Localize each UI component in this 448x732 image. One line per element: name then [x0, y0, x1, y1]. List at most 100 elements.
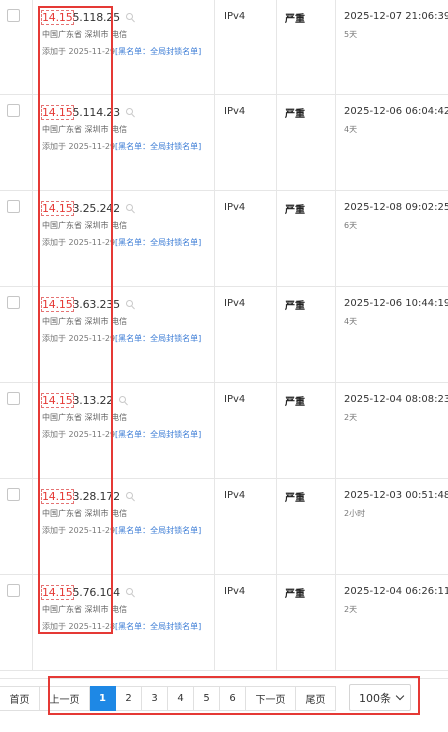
search-icon[interactable]: [125, 300, 133, 307]
blacklist-link[interactable]: [黑名单：全局封锁名单]: [115, 47, 201, 56]
protocol-cell: IPv4: [224, 202, 246, 213]
page-size-value: 100条: [359, 691, 391, 705]
blacklist-link[interactable]: [黑名单：全局封锁名单]: [115, 526, 201, 535]
ip-location: 中国广东省 深圳市 电信: [42, 317, 128, 326]
ip-address: 14.155.76.104: [41, 585, 133, 600]
ip-suffix: 5.114.23: [72, 106, 121, 119]
column-divider: [32, 191, 33, 286]
ip-location: 中国广东省 深圳市 电信: [42, 30, 128, 39]
added-info: 添加于 2025-11-29[黑名单：全局封锁名单]: [42, 46, 201, 57]
ip-suffix: 5.76.104: [72, 586, 121, 599]
column-divider: [335, 479, 336, 574]
page-3-button[interactable]: 3: [142, 686, 168, 711]
blacklist-link[interactable]: [黑名单：全局封锁名单]: [115, 430, 201, 439]
added-date: 添加于 2025-11-28: [42, 622, 116, 631]
ip-location: 中国广东省 深圳市 电信: [42, 125, 128, 134]
ip-location: 中国广东省 深圳市 电信: [42, 221, 128, 230]
table-row: 14.155.76.104 中国广东省 深圳市 电信 添加于 2025-11-28[…: [0, 575, 448, 671]
ip-suffix: 3.13.22: [72, 394, 114, 407]
last-page-button[interactable]: 尾页: [296, 686, 336, 711]
blacklist-link[interactable]: [黑名单：全局封锁名单]: [115, 142, 201, 151]
table-row: 14.153.28.172 中国广东省 深圳市 电信 添加于 2025-11-29[…: [0, 479, 448, 575]
search-icon[interactable]: [125, 204, 133, 211]
page-4-button[interactable]: 4: [168, 686, 194, 711]
added-date: 添加于 2025-11-29: [42, 142, 116, 151]
row-checkbox[interactable]: [7, 9, 20, 22]
severity-cell: 严重: [285, 109, 305, 120]
table-row: 14.153.63.235 中国广东省 深圳市 电信 添加于 2025-11-29[…: [0, 287, 448, 383]
added-date: 添加于 2025-11-29: [42, 526, 116, 535]
ip-address: 14.155.118.25: [41, 10, 133, 25]
added-date: 添加于 2025-11-29: [42, 47, 116, 56]
column-divider: [32, 575, 33, 670]
timestamp-cell: 2025-12-04 06:26:11: [344, 586, 448, 597]
added-date: 添加于 2025-11-29: [42, 430, 116, 439]
row-checkbox[interactable]: [7, 200, 20, 213]
column-divider: [276, 575, 277, 670]
added-date: 添加于 2025-11-29: [42, 238, 116, 247]
added-info: 添加于 2025-11-29[黑名单：全局封锁名单]: [42, 333, 201, 344]
ip-prefix: 14.15: [41, 489, 74, 504]
blacklist-link[interactable]: [黑名单：全局封锁名单]: [115, 334, 201, 343]
ip-address: 14.153.13.22: [41, 393, 127, 408]
table-row: 14.153.25.242 中国广东省 深圳市 电信 添加于 2025-11-29[…: [0, 191, 448, 287]
elapsed-time: 2天: [344, 605, 358, 614]
row-checkbox[interactable]: [7, 104, 20, 117]
column-divider: [335, 0, 336, 94]
page-6-button[interactable]: 6: [220, 686, 246, 711]
ip-prefix: 14.15: [41, 393, 74, 408]
added-info: 添加于 2025-11-29[黑名单：全局封锁名单]: [42, 237, 201, 248]
blacklist-table: 14.155.118.25 中国广东省 深圳市 电信 添加于 2025-11-29[…: [0, 0, 448, 671]
column-divider: [276, 287, 277, 382]
column-divider: [214, 479, 215, 574]
row-checkbox[interactable]: [7, 584, 20, 597]
first-page-button[interactable]: 首页: [0, 686, 40, 711]
blacklist-link[interactable]: [黑名单：全局封锁名单]: [115, 238, 201, 247]
search-icon[interactable]: [125, 492, 133, 499]
column-divider: [214, 287, 215, 382]
table-row: 14.155.114.23 中国广东省 深圳市 电信 添加于 2025-11-29[…: [0, 95, 448, 191]
added-info: 添加于 2025-11-29[黑名单：全局封锁名单]: [42, 429, 201, 440]
search-icon[interactable]: [125, 108, 133, 115]
timestamp-cell: 2025-12-07 21:06:39: [344, 11, 448, 22]
page-1-button[interactable]: 1: [90, 686, 116, 711]
severity-cell: 严重: [285, 301, 305, 312]
severity-cell: 严重: [285, 205, 305, 216]
column-divider: [214, 575, 215, 670]
column-divider: [335, 287, 336, 382]
column-divider: [32, 95, 33, 190]
severity-cell: 严重: [285, 493, 305, 504]
page-2-button[interactable]: 2: [116, 686, 142, 711]
ip-prefix: 14.15: [41, 201, 74, 216]
added-info: 添加于 2025-11-29[黑名单：全局封锁名单]: [42, 141, 201, 152]
ip-suffix: 3.63.235: [72, 298, 121, 311]
protocol-cell: IPv4: [224, 11, 246, 22]
ip-location: 中国广东省 深圳市 电信: [42, 605, 128, 614]
table-row: 14.155.118.25 中国广东省 深圳市 电信 添加于 2025-11-29[…: [0, 0, 448, 95]
page-size-select[interactable]: 100条: [349, 684, 411, 711]
protocol-cell: IPv4: [224, 106, 246, 117]
row-checkbox[interactable]: [7, 488, 20, 501]
next-page-button[interactable]: 下一页: [246, 686, 296, 711]
added-date: 添加于 2025-11-29: [42, 334, 116, 343]
protocol-cell: IPv4: [224, 586, 246, 597]
ip-prefix: 14.15: [41, 297, 74, 312]
elapsed-time: 2天: [344, 413, 358, 422]
pagination-bar: 首页 上一页 1 2 3 4 5 6 下一页 尾页 100条: [0, 678, 448, 718]
prev-page-button[interactable]: 上一页: [40, 686, 90, 711]
column-divider: [214, 95, 215, 190]
ip-location: 中国广东省 深圳市 电信: [42, 413, 128, 422]
search-icon[interactable]: [119, 396, 127, 403]
blacklist-link[interactable]: [黑名单：全局封锁名单]: [115, 622, 201, 631]
search-icon[interactable]: [125, 588, 133, 595]
page-5-button[interactable]: 5: [194, 686, 220, 711]
column-divider: [276, 95, 277, 190]
ip-address: 14.153.28.172: [41, 489, 133, 504]
ip-address: 14.153.25.242: [41, 201, 133, 216]
row-checkbox[interactable]: [7, 392, 20, 405]
table-row: 14.153.13.22 中国广东省 深圳市 电信 添加于 2025-11-29[黑…: [0, 383, 448, 479]
column-divider: [214, 191, 215, 286]
row-checkbox[interactable]: [7, 296, 20, 309]
column-divider: [32, 0, 33, 94]
search-icon[interactable]: [125, 13, 133, 20]
